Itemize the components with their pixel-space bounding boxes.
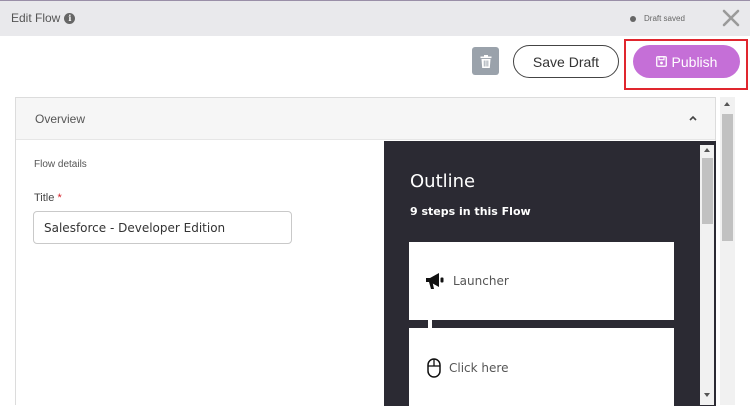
title-label-text: Title (34, 192, 55, 204)
scroll-down-arrow-icon[interactable] (704, 393, 710, 397)
dialog-header: Edit Flow i Draft saved (0, 0, 750, 36)
outline-scrollbar-thumb[interactable] (702, 158, 713, 224)
page-scrollbar[interactable] (720, 97, 735, 405)
dialog-title-text: Edit Flow (11, 11, 61, 25)
scroll-up-arrow-icon[interactable] (724, 102, 730, 106)
info-icon[interactable]: i (64, 12, 76, 24)
status-dot-icon (630, 15, 636, 22)
dialog-title: Edit Flow i (11, 11, 76, 25)
delete-button[interactable] (472, 47, 499, 75)
title-field-label: Title * (34, 192, 62, 204)
required-marker: * (57, 192, 62, 204)
outline-heading: Outline (410, 171, 476, 192)
outline-step-click-here[interactable]: Click here (409, 328, 674, 406)
publish-button[interactable]: Publish (633, 45, 740, 78)
chevron-up-icon[interactable] (687, 112, 699, 124)
outline-pane: Outline 9 steps in this Flow Launcher Cl… (384, 141, 716, 406)
save-icon (655, 56, 667, 67)
megaphone-icon (426, 273, 444, 289)
outline-scrollbar[interactable] (700, 145, 714, 405)
flow-details-heading: Flow details (34, 159, 87, 170)
outline-step-launcher[interactable]: Launcher (409, 242, 674, 320)
page-scrollbar-thumb[interactable] (722, 114, 733, 241)
trash-icon (480, 54, 491, 68)
close-button[interactable] (722, 9, 740, 27)
save-draft-button[interactable]: Save Draft (513, 45, 619, 78)
title-input[interactable] (33, 211, 292, 244)
scroll-up-arrow-icon[interactable] (704, 148, 710, 152)
draft-status: Draft saved (630, 14, 685, 23)
close-icon (722, 9, 740, 27)
step-label: Launcher (453, 274, 509, 288)
overview-header[interactable]: Overview (16, 98, 715, 140)
overview-panel: Overview Flow details Title * Outline 9 … (15, 97, 716, 406)
draft-status-text: Draft saved (644, 14, 685, 23)
overview-label: Overview (35, 112, 86, 126)
step-connector (428, 320, 432, 328)
step-label: Click here (449, 361, 509, 375)
mouse-icon (427, 358, 441, 378)
outline-steps-summary: 9 steps in this Flow (410, 205, 531, 218)
publish-label: Publish (671, 53, 718, 70)
